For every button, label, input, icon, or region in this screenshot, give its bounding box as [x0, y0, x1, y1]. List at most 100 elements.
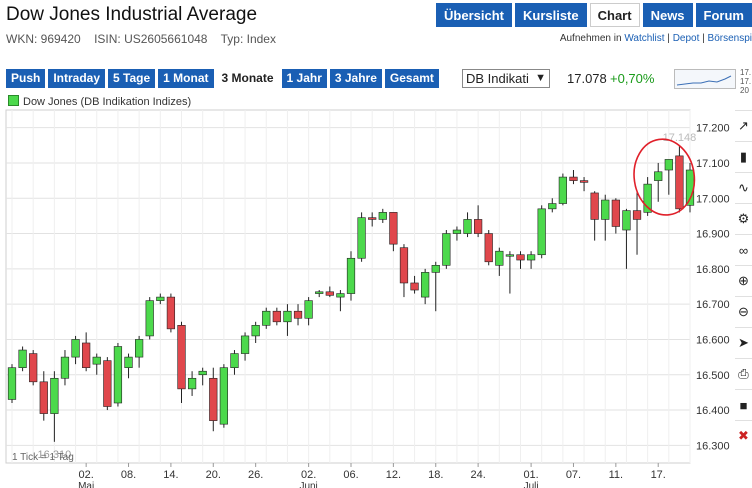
mini-chart-line	[676, 75, 732, 86]
candle-down	[166, 296, 176, 330]
candle-down	[177, 325, 186, 390]
candle-up	[71, 339, 80, 358]
mini-chart[interactable]	[674, 69, 736, 89]
month-label: Mai	[78, 481, 94, 488]
tick-note: 1 Tick = 1 Tag	[12, 452, 74, 463]
candle-down	[632, 210, 642, 220]
candle-up	[7, 367, 17, 400]
x-tick-label: 24.	[470, 469, 485, 481]
y-tick-label: 17.200	[696, 123, 730, 135]
candle-up	[198, 370, 207, 376]
legend-label: Dow Jones (DB Indikation Indizes)	[23, 96, 192, 108]
x-tick-label: 06.	[343, 469, 358, 481]
time-range-selector: Push Intraday 5 Tage 1 Monat 3 Monate 1 …	[6, 69, 439, 88]
wave-tool-icon[interactable]: ∿	[735, 172, 752, 203]
range-1-jahr[interactable]: 1 Jahr	[281, 69, 327, 88]
range-push[interactable]: Push	[6, 69, 46, 88]
save-icon[interactable]: ■	[735, 389, 752, 420]
x-tick-label: 07.	[566, 469, 581, 481]
chart-legend: Dow Jones (DB Indikation Indizes)	[8, 95, 191, 108]
candle-up	[145, 300, 154, 337]
range-1-monat[interactable]: 1 Monat	[158, 69, 214, 88]
depot-link[interactable]: Depot	[673, 33, 700, 44]
delete-icon[interactable]: ✖	[735, 420, 752, 451]
page-title: Dow Jones Industrial Average	[6, 4, 258, 25]
x-tick-label: 20.	[206, 469, 221, 481]
candle-up	[452, 229, 462, 234]
range-3-monate[interactable]: 3 Monate	[216, 69, 279, 88]
candle-down	[611, 199, 620, 227]
candle-down	[368, 217, 377, 220]
wkn-label: WKN: 969420	[6, 32, 81, 46]
trend-tool-icon[interactable]: ↗	[735, 110, 752, 141]
zoom-in-icon[interactable]: ⊕	[735, 265, 752, 296]
candle-up	[495, 250, 504, 266]
bars-tool-icon[interactable]: ▮	[735, 141, 752, 172]
candle-down	[399, 247, 409, 284]
y-tick-label: 16.400	[696, 405, 730, 417]
candle-down	[82, 342, 91, 368]
chart-toolbar: ↗ ▮ ∿ ⚙ ∞ ⊕ ⊖ ➤ ⎙ ■ ✖	[735, 110, 752, 451]
candle-down	[209, 377, 218, 421]
tab-chart[interactable]: Chart	[589, 3, 640, 27]
candle-up	[156, 296, 165, 301]
range-intraday[interactable]: Intraday	[48, 69, 106, 88]
candle-down	[272, 310, 281, 323]
candlestick-chart[interactable]: 17.200 17.100 17.000 16.900 16.800 16.700 16.6…	[0, 108, 734, 488]
candle-up	[442, 233, 451, 266]
range-gesamt[interactable]: Gesamt	[384, 69, 439, 88]
y-tick-label: 16.900	[696, 229, 730, 241]
y-tick-label: 17.000	[696, 193, 730, 205]
candle-up	[664, 159, 673, 171]
boersenspiel-link[interactable]: Börsenspi	[708, 33, 752, 44]
candle-up	[336, 293, 345, 298]
candle-up	[548, 203, 557, 210]
candle-up	[251, 325, 260, 337]
candle-up	[421, 272, 430, 298]
links-prefix: Aufnehmen in	[559, 33, 622, 44]
candle-up	[463, 219, 472, 234]
exchange-select-value: DB Indikati	[466, 71, 529, 86]
x-tick-label: 02.	[301, 469, 316, 481]
y-tick-label: 16.500	[696, 370, 730, 382]
candle-up	[60, 356, 70, 379]
tab-news[interactable]: News	[642, 3, 693, 27]
candle-down	[410, 282, 419, 291]
mini-chart-label: 17.	[740, 68, 752, 77]
candle-down	[484, 233, 493, 263]
candle-up	[50, 377, 59, 414]
candle-down	[325, 291, 334, 296]
candle-up	[357, 217, 366, 259]
range-5-tage[interactable]: 5 Tage	[108, 69, 156, 88]
candle-up	[431, 265, 440, 273]
main-tabs: Übersicht Kursliste Chart News Forum	[436, 3, 752, 27]
x-tick-label: 17.	[651, 469, 666, 481]
candle-down	[516, 254, 525, 261]
price-change: +0,70%	[610, 71, 655, 86]
tab-uebersicht[interactable]: Übersicht	[436, 3, 512, 27]
candle-down	[389, 212, 398, 245]
print-icon[interactable]: ⎙	[735, 358, 752, 389]
tab-kursliste[interactable]: Kursliste	[514, 3, 587, 27]
candle-up	[92, 356, 101, 365]
range-3-jahre[interactable]: 3 Jahre	[329, 69, 382, 88]
cursor-icon[interactable]: ➤	[735, 327, 752, 358]
exchange-select[interactable]: DB Indikati ▼	[462, 69, 550, 88]
y-tick-label: 17.100	[696, 158, 730, 170]
chevron-down-icon: ▼	[535, 72, 546, 84]
candle-up	[219, 367, 228, 425]
x-tick-label: 26.	[248, 469, 263, 481]
y-tick-label: 16.600	[696, 334, 730, 346]
tab-forum[interactable]: Forum	[695, 3, 752, 27]
month-label: Juni	[299, 481, 317, 488]
y-tick-label: 16.700	[696, 299, 730, 311]
y-tick-label: 16.300	[696, 440, 730, 452]
links-separator: |	[699, 33, 708, 44]
x-tick-label: 14.	[163, 469, 178, 481]
settings-icon[interactable]: ⚙	[735, 203, 752, 234]
link-icon[interactable]: ∞	[735, 234, 752, 265]
watchlist-link[interactable]: Watchlist	[624, 33, 664, 44]
zoom-out-icon[interactable]: ⊖	[735, 296, 752, 327]
candle-down	[474, 219, 483, 234]
candle-up	[124, 356, 133, 368]
